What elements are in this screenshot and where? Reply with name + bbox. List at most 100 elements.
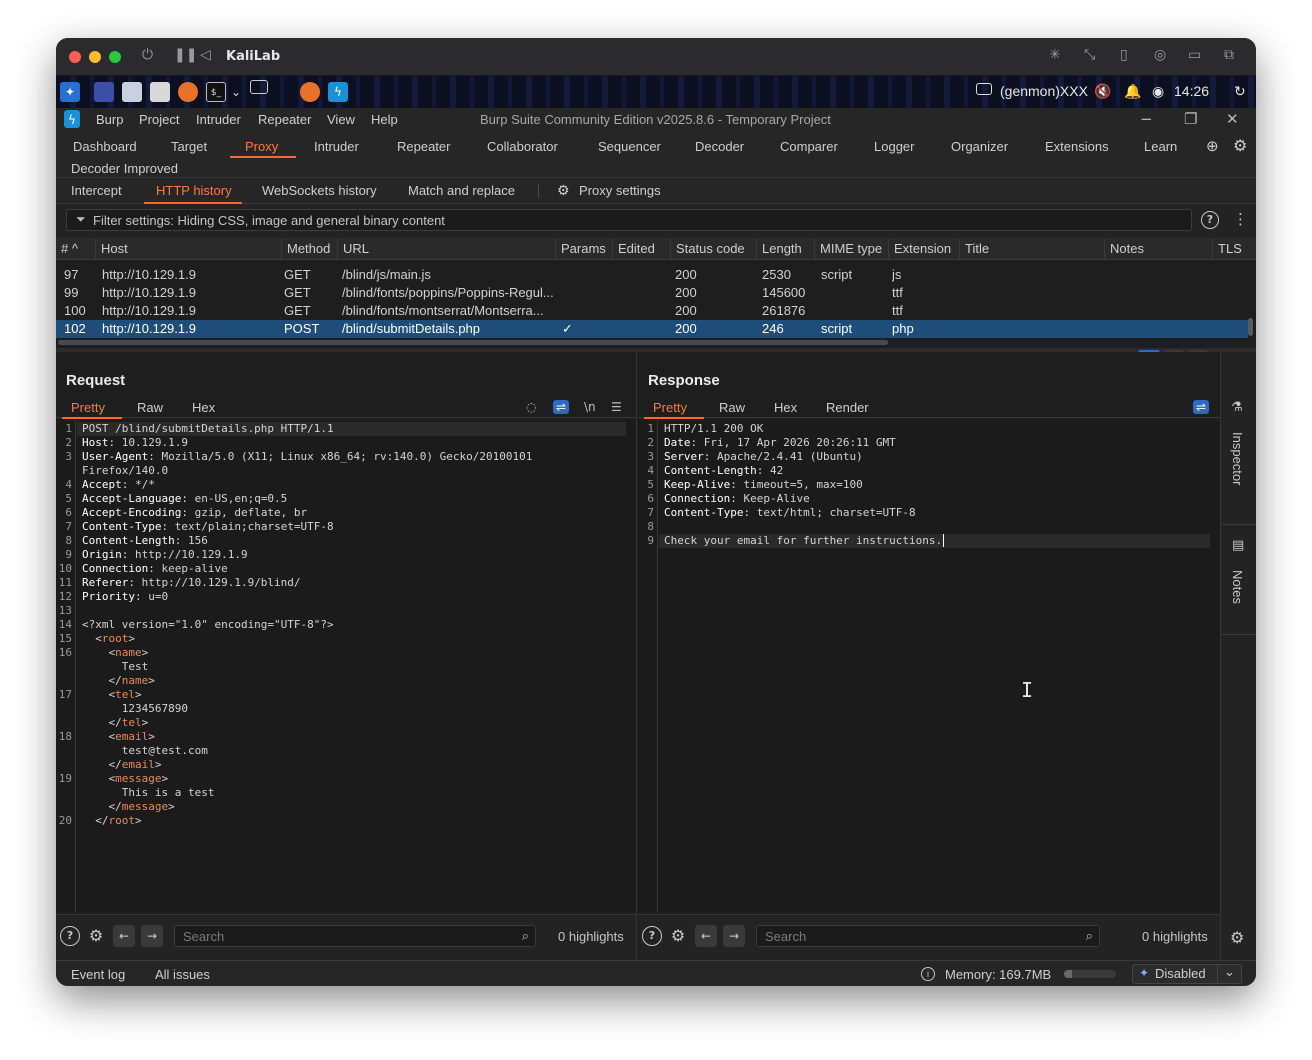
help-icon[interactable]: ? xyxy=(1201,211,1219,229)
filter-settings-box[interactable]: ⏷ Filter settings: Hiding CSS, image and… xyxy=(66,209,1192,231)
settings-gear-icon[interactable]: ⚙ xyxy=(668,926,688,946)
horizontal-scrollbar[interactable] xyxy=(58,340,888,345)
refresh-icon[interactable]: ↻ xyxy=(1234,83,1246,100)
file-manager-icon[interactable] xyxy=(122,82,142,102)
menu-intruder[interactable]: Intruder xyxy=(196,112,241,127)
col-notes[interactable]: Notes xyxy=(1105,238,1213,260)
ai-toggle-button[interactable]: ✦ Disabled ⌄ xyxy=(1132,964,1242,984)
table-row-selected[interactable]: 102 http://10.129.1.9 POST /blind/submit… xyxy=(56,320,1248,338)
folder-icon[interactable]: ▭ xyxy=(1188,47,1201,63)
menu-view[interactable]: View xyxy=(327,112,355,127)
tab-collaborator[interactable]: Collaborator xyxy=(487,139,558,154)
tab-intruder[interactable]: Intruder xyxy=(314,139,359,154)
response-editor[interactable]: 123456789 HTTP/1.1 200 OK Date: Fri, 17 A… xyxy=(638,420,1220,912)
tab-extensions[interactable]: Extensions xyxy=(1045,139,1109,154)
col-title[interactable]: Title xyxy=(960,238,1105,260)
notes-tab[interactable]: Notes xyxy=(1230,570,1245,604)
col-params[interactable]: Params xyxy=(556,238,613,260)
tab-intercept[interactable]: Intercept xyxy=(71,183,122,198)
tab-comparer[interactable]: Comparer xyxy=(780,139,838,154)
request-search-input[interactable]: Search ⌕ xyxy=(174,925,536,947)
power-icon[interactable]: ⏻ xyxy=(142,47,153,63)
tab-match-and-replace[interactable]: Match and replace xyxy=(408,183,515,198)
help-icon[interactable]: ? xyxy=(642,926,662,946)
menu-repeater[interactable]: Repeater xyxy=(258,112,311,127)
menu-project[interactable]: Project xyxy=(139,112,179,127)
network-icon[interactable]: ◎ xyxy=(1154,47,1166,63)
workspace-icon[interactable] xyxy=(250,80,268,94)
firefox-window-icon[interactable] xyxy=(300,82,320,102)
zoom-window-button[interactable] xyxy=(109,51,121,63)
request-tab-hex[interactable]: Hex xyxy=(192,400,215,415)
minimize-icon[interactable]: − xyxy=(1140,110,1153,128)
hide-icon[interactable]: ◌ xyxy=(526,400,536,414)
event-log-link[interactable]: Event log xyxy=(71,967,125,982)
prev-arrow-icon[interactable]: ← xyxy=(695,925,717,947)
resize-icon[interactable]: ⤡ xyxy=(1084,47,1095,63)
next-arrow-icon[interactable]: → xyxy=(141,925,163,947)
response-tab-hex[interactable]: Hex xyxy=(774,400,797,415)
tab-learn[interactable]: Learn xyxy=(1144,139,1177,154)
menu-help[interactable]: Help xyxy=(371,112,398,127)
tab-websockets-history[interactable]: WebSockets history xyxy=(262,183,377,198)
inspector-icon[interactable]: ⚗ xyxy=(1231,400,1243,415)
table-row[interactable]: 99 http://10.129.1.9 GET /blind/fonts/po… xyxy=(56,284,1248,302)
menu-icon[interactable]: ☰ xyxy=(611,400,622,414)
table-row[interactable]: 97 http://10.129.1.9 GET /blind/js/main.… xyxy=(56,266,1248,284)
prev-arrow-icon[interactable]: ← xyxy=(113,925,135,947)
pause-icon[interactable]: ❚❚ xyxy=(174,47,197,63)
windows-icon[interactable]: ⧉ xyxy=(1224,47,1234,63)
response-tab-raw[interactable]: Raw xyxy=(719,400,745,415)
table-row[interactable]: 100 http://10.129.1.9 GET /blind/fonts/m… xyxy=(56,302,1248,320)
request-tab-pretty[interactable]: Pretty xyxy=(71,400,105,415)
response-search-input[interactable]: Search ⌕ xyxy=(756,925,1100,947)
display-icon[interactable] xyxy=(976,83,992,95)
col-method[interactable]: Method xyxy=(282,238,338,260)
request-editor[interactable]: 1 2 3 4 5 6 7 8 9 10 11 12 13 14 15 16 17 18 19 20 POST /bl… xyxy=(56,420,636,912)
request-tab-raw[interactable]: Raw xyxy=(137,400,163,415)
tab-http-history[interactable]: HTTP history xyxy=(156,183,232,198)
inspector-tab[interactable]: Inspector xyxy=(1230,432,1245,485)
kali-menu-icon[interactable]: ✦ xyxy=(60,82,80,102)
all-issues-link[interactable]: All issues xyxy=(155,967,210,982)
wrap-icon[interactable]: ⇌ xyxy=(553,400,570,414)
editor-icon[interactable] xyxy=(150,82,170,102)
col-length[interactable]: Length xyxy=(757,238,815,260)
response-tab-render[interactable]: Render xyxy=(826,400,869,415)
tab-sequencer[interactable]: Sequencer xyxy=(598,139,661,154)
close-window-button[interactable] xyxy=(69,51,81,63)
next-arrow-icon[interactable]: → xyxy=(723,925,745,947)
restore-icon[interactable]: ❐ xyxy=(1184,110,1197,128)
settings-gear-icon[interactable]: ⚙ xyxy=(1230,928,1244,947)
kebab-menu-icon[interactable]: ⋮ xyxy=(1233,210,1248,228)
usb-icon[interactable]: ▯ xyxy=(1120,47,1128,63)
menu-burp[interactable]: Burp xyxy=(96,112,123,127)
tab-logger[interactable]: Logger xyxy=(874,139,914,154)
response-tab-pretty[interactable]: Pretty xyxy=(653,400,687,415)
help-icon[interactable]: ? xyxy=(60,926,80,946)
info-icon[interactable]: i xyxy=(921,967,935,981)
vertical-scrollbar[interactable] xyxy=(1248,318,1253,336)
tab-organizer[interactable]: Organizer xyxy=(951,139,1008,154)
col-host[interactable]: Host xyxy=(96,238,282,260)
notes-icon[interactable]: ▤ xyxy=(1232,538,1244,553)
firefox-icon[interactable] xyxy=(178,82,198,102)
proxy-settings-gear-icon[interactable]: ⚙ xyxy=(557,182,570,199)
col-tls[interactable]: TLS xyxy=(1213,238,1248,260)
close-icon[interactable]: ✕ xyxy=(1226,110,1239,128)
col-status[interactable]: Status code xyxy=(671,238,757,260)
desktop-icon[interactable] xyxy=(94,82,114,102)
proxy-settings-button[interactable]: Proxy settings xyxy=(579,183,661,198)
tab-decoder-improved[interactable]: Decoder Improved xyxy=(71,161,178,176)
col-url[interactable]: URL xyxy=(338,238,556,260)
col-extension[interactable]: Extension xyxy=(889,238,960,260)
bell-icon[interactable]: 🔔 xyxy=(1124,83,1141,100)
chevron-down-icon[interactable]: ⌄ xyxy=(230,82,242,102)
settings-gear-icon[interactable]: ⚙ xyxy=(1233,136,1247,156)
chevron-down-icon[interactable]: ⌄ xyxy=(1224,965,1235,980)
newline-icon[interactable]: \n xyxy=(584,400,596,414)
mute-icon[interactable]: 🔇 xyxy=(1094,83,1111,100)
globe-icon[interactable]: ⊕ xyxy=(1206,137,1219,155)
burp-window-icon[interactable]: ϟ xyxy=(328,82,348,102)
settings-gear-icon[interactable]: ⚙ xyxy=(86,926,106,946)
